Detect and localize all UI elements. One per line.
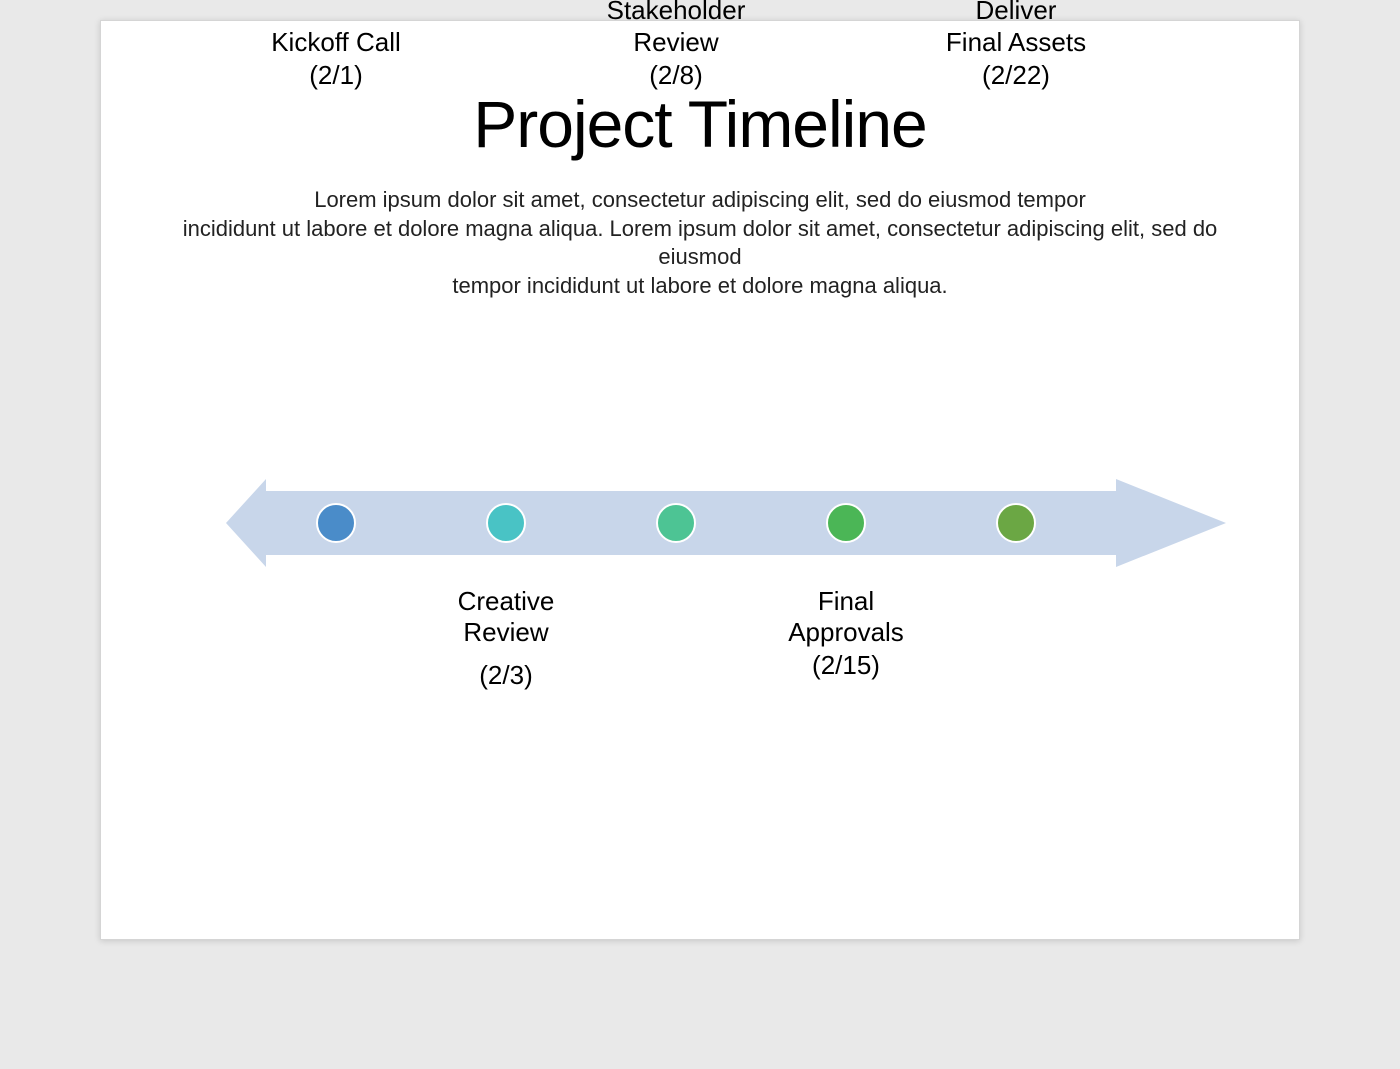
milestone-label-group: Stakeholder Review(2/8) <box>576 0 776 91</box>
milestone-date: (2/1) <box>236 60 436 91</box>
milestone-dot-icon <box>486 503 526 543</box>
milestone-name: Final Approvals <box>746 586 946 648</box>
milestone-date: (2/3) <box>406 660 606 691</box>
milestone-date: (2/8) <box>576 60 776 91</box>
milestone-dot-icon <box>316 503 356 543</box>
milestone-dot-icon <box>656 503 696 543</box>
milestone-name: Kickoff Call <box>236 27 436 58</box>
slide-canvas: Project Timeline Lorem ipsum dolor sit a… <box>100 20 1300 940</box>
milestone-label-group: Deliver Final Assets(2/22) <box>916 0 1116 91</box>
milestone-label-group: Kickoff Call(2/1) <box>236 27 436 91</box>
milestones-container: Kickoff Call(2/1)Creative Review(2/3)Sta… <box>226 371 1206 751</box>
milestone-name: Stakeholder Review <box>576 0 776 58</box>
milestone-name: Deliver Final Assets <box>916 0 1116 58</box>
timeline: Kickoff Call(2/1)Creative Review(2/3)Sta… <box>101 371 1299 751</box>
milestone-label-group: Creative Review (2/3) <box>406 586 606 692</box>
milestone-label-group: Final Approvals(2/15) <box>746 586 946 682</box>
milestone-date: (2/22) <box>916 60 1116 91</box>
slide-subtitle: Lorem ipsum dolor sit amet, consectetur … <box>150 186 1250 300</box>
slide-title: Project Timeline <box>101 86 1299 162</box>
milestone-dot-icon <box>826 503 866 543</box>
milestone-dot-icon <box>996 503 1036 543</box>
milestone-date: (2/15) <box>746 650 946 681</box>
milestone-name: Creative Review <box>406 586 606 648</box>
